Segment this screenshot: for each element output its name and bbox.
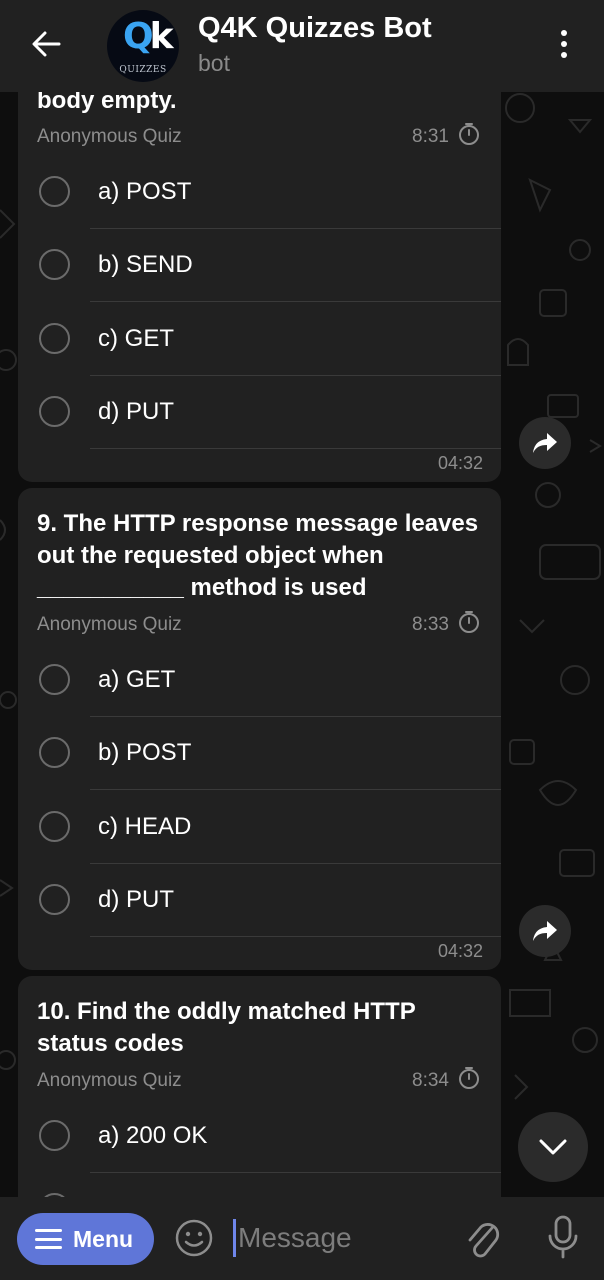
chat-header: Qk QUIZZES Q4K Quizzes Bot bot	[0, 0, 604, 92]
arrow-left-icon	[32, 31, 61, 57]
quiz-option[interactable]: b) SEND	[18, 229, 501, 302]
option-label: a) GET	[98, 666, 176, 693]
paperclip-icon[interactable]	[462, 1214, 502, 1260]
microphone-icon[interactable]	[545, 1214, 581, 1260]
quiz-type-label: Anonymous Quiz	[37, 1070, 182, 1091]
text-caret	[233, 1219, 236, 1257]
option-radio[interactable]	[39, 176, 70, 207]
share-arrow-icon	[533, 433, 557, 453]
avatar-logo-text: QUIZZES	[119, 65, 167, 75]
chat-title[interactable]: Q4K Quizzes Bot	[198, 12, 432, 45]
share-arrow-icon	[533, 921, 557, 941]
quiz-timer-text: 8:34	[412, 1070, 449, 1091]
option-radio[interactable]	[39, 884, 70, 915]
quiz-type-label: Anonymous Quiz	[37, 614, 182, 635]
quiz-option[interactable]: d) PUT	[18, 376, 501, 449]
option-radio[interactable]	[39, 811, 70, 842]
option-divider	[90, 301, 501, 302]
option-divider	[90, 789, 501, 790]
chat-subtitle: bot	[198, 50, 230, 76]
timer-icon	[459, 123, 479, 145]
bot-menu-button[interactable]: Menu	[17, 1213, 154, 1265]
quiz-type-label: Anonymous Quiz	[37, 126, 182, 147]
option-label: a) POST	[98, 178, 192, 205]
avatar-logo: Qk	[123, 16, 174, 57]
share-button[interactable]	[519, 905, 571, 957]
scroll-down-button[interactable]	[518, 1112, 588, 1182]
menu-button-label: Menu	[73, 1225, 134, 1252]
quiz-option[interactable]: a) 200 OK	[18, 1100, 501, 1173]
menu-lines-icon	[35, 1229, 62, 1249]
quiz-timer-text: 8:31	[412, 126, 449, 147]
quiz-message: body empty. Anonymous Quiz 8:31 a) POST …	[18, 60, 501, 482]
chevron-down-icon	[539, 1139, 567, 1155]
back-button[interactable]	[24, 24, 68, 64]
smiley-icon[interactable]	[174, 1218, 214, 1258]
option-label: a) 200 OK	[98, 1122, 208, 1149]
quiz-option[interactable]: c) GET	[18, 303, 501, 376]
option-divider	[90, 448, 501, 449]
message-field[interactable]	[238, 1222, 438, 1254]
option-label: b) POST	[98, 739, 192, 766]
message-input-bar: Menu	[0, 1197, 604, 1280]
share-button[interactable]	[519, 417, 571, 469]
message-input[interactable]	[233, 1217, 443, 1259]
timer-icon	[459, 611, 479, 633]
quiz-message: 9. The HTTP response message leaves out …	[18, 488, 501, 970]
avatar[interactable]: Qk QUIZZES	[107, 10, 179, 82]
more-menu-button[interactable]	[548, 26, 580, 62]
option-radio[interactable]	[39, 664, 70, 695]
option-radio[interactable]	[39, 323, 70, 354]
quiz-option[interactable]: a) GET	[18, 644, 501, 717]
quiz-question: 9. The HTTP response message leaves out …	[37, 510, 479, 601]
quiz-option[interactable]: a) POST	[18, 156, 501, 229]
quiz-option[interactable]: d) PUT	[18, 864, 501, 937]
option-radio[interactable]	[39, 737, 70, 768]
message-time: 04:32	[437, 453, 483, 473]
option-label: c) HEAD	[98, 813, 192, 840]
option-label: d) PUT	[98, 398, 175, 425]
option-label: c) GET	[98, 325, 174, 352]
option-radio[interactable]	[39, 249, 70, 280]
option-radio[interactable]	[39, 396, 70, 427]
option-label: b) SEND	[98, 251, 193, 278]
quiz-option[interactable]: c) HEAD	[18, 791, 501, 864]
quiz-timer-text: 8:33	[412, 614, 449, 635]
option-label: d) PUT	[98, 886, 175, 913]
quiz-option[interactable]: b) POST	[18, 717, 501, 790]
quiz-question: 10. Find the oddly matched HTTP status c…	[37, 998, 416, 1057]
timer-icon	[459, 1067, 479, 1089]
option-radio[interactable]	[39, 1120, 70, 1151]
option-divider	[90, 936, 501, 937]
message-time: 04:32	[437, 941, 483, 961]
more-vertical-icon	[561, 30, 567, 36]
